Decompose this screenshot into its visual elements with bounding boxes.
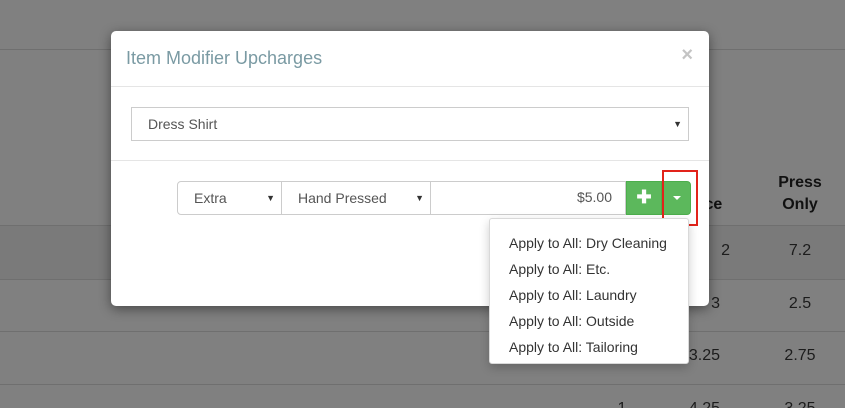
- menu-item-outside[interactable]: Apply to All: Outside: [490, 308, 688, 334]
- modifier-type-value: Extra: [194, 190, 227, 206]
- background-divider: [0, 384, 845, 385]
- caret-down-icon: [672, 196, 681, 200]
- modifier-select[interactable]: Hand Pressed ▼: [281, 181, 431, 215]
- chevron-down-icon: ▼: [673, 119, 682, 129]
- chevron-down-icon: ▼: [266, 193, 275, 203]
- plus-icon: ✚: [636, 187, 652, 207]
- modifier-type-select[interactable]: Extra ▼: [177, 181, 282, 215]
- column-header-press-only: Press Only: [765, 172, 835, 216]
- table-cell: 2.75: [784, 347, 816, 364]
- modal-header: Item Modifier Upcharges ×: [111, 31, 709, 87]
- chevron-down-icon: ▼: [415, 193, 424, 203]
- apply-to-all-dropdown-menu: Apply to All: Dry Cleaning Apply to All:…: [489, 218, 689, 364]
- add-button[interactable]: ✚: [626, 181, 662, 215]
- menu-item-etc[interactable]: Apply to All: Etc.: [490, 256, 688, 282]
- close-button[interactable]: ×: [681, 45, 693, 65]
- menu-item-tailoring[interactable]: Apply to All: Tailoring: [490, 334, 688, 360]
- item-select[interactable]: Dress Shirt ▼: [131, 107, 689, 141]
- background-divider: [0, 331, 845, 332]
- table-cell: 7.2: [788, 242, 812, 259]
- table-cell: 4.25: [680, 400, 720, 408]
- item-select-value: Dress Shirt: [148, 116, 218, 132]
- dropdown-toggle-button[interactable]: [662, 181, 691, 215]
- price-input[interactable]: $5.00: [430, 181, 626, 215]
- item-select-section: Dress Shirt ▼: [111, 87, 709, 161]
- table-cell: 3.25: [765, 400, 835, 408]
- menu-item-dry-cleaning[interactable]: Apply to All: Dry Cleaning: [490, 230, 688, 256]
- modal-title: Item Modifier Upcharges: [126, 48, 323, 68]
- table-cell: 1: [612, 400, 632, 408]
- column-header-line: Only: [782, 196, 818, 213]
- menu-item-laundry[interactable]: Apply to All: Laundry: [490, 282, 688, 308]
- column-header-line: Press: [778, 174, 822, 191]
- table-cell: 2.5: [788, 295, 812, 312]
- modifier-value: Hand Pressed: [298, 190, 387, 206]
